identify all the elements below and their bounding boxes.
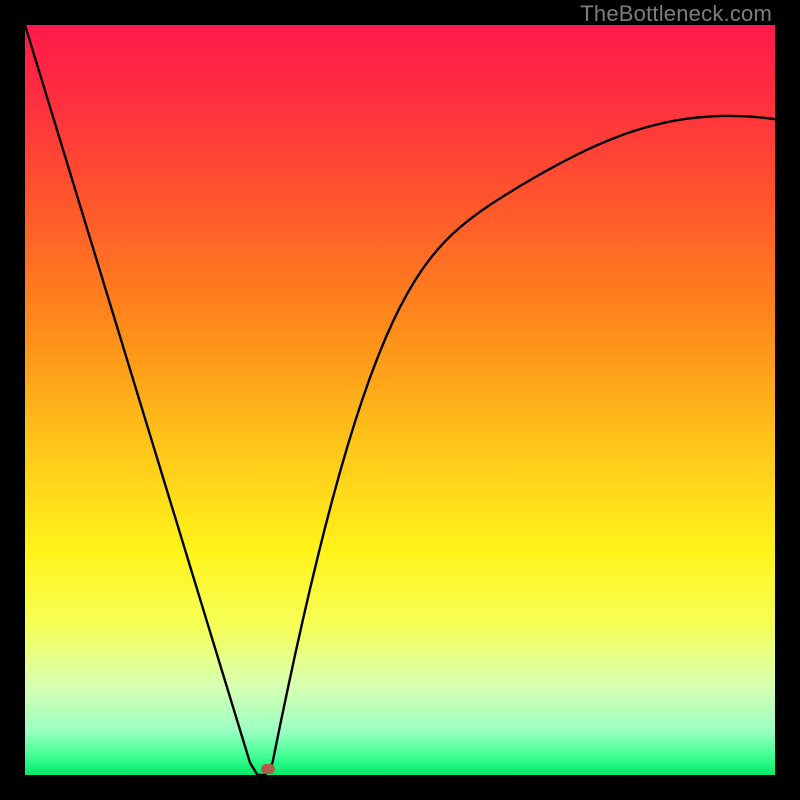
optimal-point-marker [261,764,275,774]
gradient-background [25,25,775,775]
chart-frame [25,25,775,775]
bottleneck-chart [25,25,775,775]
watermark-text: TheBottleneck.com [580,1,772,27]
